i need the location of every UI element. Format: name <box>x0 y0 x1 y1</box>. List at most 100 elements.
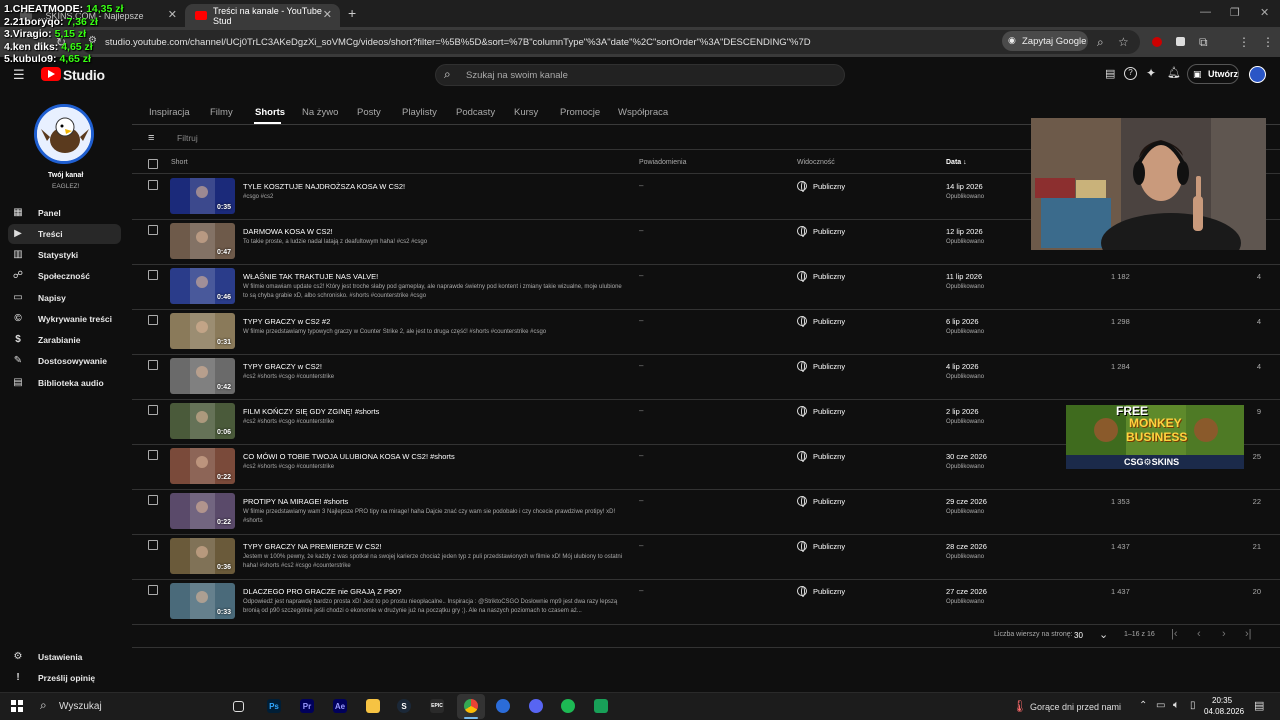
short-thumbnail[interactable]: 0:35 <box>170 178 235 214</box>
short-title[interactable]: TYPY GRACZY w CS2! <box>243 362 322 371</box>
short-thumbnail[interactable]: 0:06 <box>170 403 235 439</box>
row-checkbox[interactable] <box>148 270 158 280</box>
visibility-dropdown[interactable]: Publiczny <box>797 586 845 597</box>
filter-input[interactable]: Filtruj <box>177 133 198 143</box>
help-icon[interactable]: ? <box>1124 67 1137 80</box>
volume-icon[interactable]: 🔈︎ <box>1173 699 1180 712</box>
steam-icon[interactable]: S <box>397 699 411 713</box>
weather-text[interactable]: Gorące dni przed nami <box>1030 702 1121 712</box>
battery-icon[interactable]: ▯ <box>1190 700 1196 711</box>
sidebar-item-feedback[interactable]: ! Prześlij opinię <box>8 668 121 688</box>
app-blue-icon[interactable] <box>496 699 510 713</box>
short-thumbnail[interactable]: 0:33 <box>170 583 235 619</box>
studio-logo-text[interactable]: Studio <box>63 67 105 83</box>
tab-collaboration[interactable]: Współpraca <box>618 107 668 118</box>
search-icon[interactable]: ⌕ <box>444 67 451 82</box>
browser-menu-icon[interactable]: ⋮ <box>1238 35 1250 49</box>
app-green-icon[interactable] <box>594 699 608 713</box>
column-header-date[interactable]: Data ↓ <box>946 159 967 166</box>
tray-chevron-icon[interactable]: ⌃ <box>1139 700 1147 711</box>
extension-white-icon[interactable] <box>1176 37 1185 46</box>
sparkle-icon[interactable]: ✦ <box>1146 66 1156 80</box>
photoshop-icon[interactable]: Ps <box>267 699 281 713</box>
short-thumbnail[interactable]: 0:22 <box>170 448 235 484</box>
row-checkbox[interactable] <box>148 585 158 595</box>
short-thumbnail[interactable]: 0:42 <box>170 358 235 394</box>
sidebar-item-content[interactable]: ▶ Treści <box>8 224 121 244</box>
row-checkbox[interactable] <box>148 360 158 370</box>
clock-date[interactable]: 04.08.2026 <box>1204 707 1244 716</box>
spotify-icon[interactable] <box>561 699 575 713</box>
close-tab-icon[interactable]: ✕ <box>168 8 177 21</box>
visibility-dropdown[interactable]: Publiczny <box>797 271 845 282</box>
sidebar-item-settings[interactable]: ⚙ Ustawienia <box>8 647 121 667</box>
prev-page-icon[interactable]: ‹ <box>1197 628 1201 640</box>
row-checkbox[interactable] <box>148 180 158 190</box>
short-title[interactable]: TYLE KOSZTUJE NAJDROŻSZA KOSA W CS2! <box>243 182 405 191</box>
sidebar-item-monetization[interactable]: $ Zarabianie <box>8 330 121 350</box>
chevron-down-icon[interactable]: ⌄ <box>1099 628 1108 641</box>
bookmark-star-icon[interactable]: ☆ <box>1118 35 1129 49</box>
channel-avatar[interactable] <box>34 104 94 164</box>
extensions-puzzle-icon[interactable]: ⧉ <box>1199 35 1208 50</box>
close-tab-icon[interactable]: ✕ <box>323 8 332 21</box>
sidebar-item-audio-library[interactable]: ▤ Biblioteka audio <box>8 373 121 393</box>
tab-shorts[interactable]: Shorts <box>255 107 285 118</box>
epic-games-icon[interactable]: EPIC <box>430 699 444 713</box>
after-effects-icon[interactable]: Ae <box>333 699 347 713</box>
short-title[interactable]: PROTIPY NA MIRAGE! #shorts <box>243 497 348 506</box>
tab-podcasts[interactable]: Podcasty <box>456 107 495 118</box>
visibility-dropdown[interactable]: Publiczny <box>797 406 845 417</box>
tab-inspiration[interactable]: Inspiracja <box>149 107 190 118</box>
minimize-icon[interactable]: — <box>1200 6 1211 18</box>
short-title[interactable]: WŁAŚNIE TAK TRAKTUJE NAS VALVE! <box>243 272 378 281</box>
select-all-checkbox[interactable] <box>148 159 158 169</box>
visibility-dropdown[interactable]: Publiczny <box>797 181 845 192</box>
taskbar-search-icon[interactable]: ⌕ <box>40 698 47 713</box>
visibility-dropdown[interactable]: Publiczny <box>797 496 845 507</box>
row-checkbox[interactable] <box>148 540 158 550</box>
messages-icon[interactable]: ▤ <box>1105 67 1115 80</box>
row-checkbox[interactable] <box>148 495 158 505</box>
short-thumbnail[interactable]: 0:36 <box>170 538 235 574</box>
sidebar-item-customization[interactable]: ✎ Dostosowywanie <box>8 351 121 371</box>
browser-tab-youtube-studio[interactable]: Treści na kanale - YouTube Stud ✕ <box>185 4 340 27</box>
tab-videos[interactable]: Filmy <box>210 107 233 118</box>
sidebar-item-subtitles[interactable]: ▭ Napisy <box>8 288 121 308</box>
next-page-icon[interactable]: › <box>1222 628 1226 640</box>
network-icon[interactable]: ▭ <box>1156 700 1165 711</box>
new-tab-button[interactable]: + <box>348 5 356 21</box>
file-explorer-icon[interactable] <box>366 699 380 713</box>
ask-google-button[interactable]: ◉ Zapytaj Google <box>1002 31 1088 51</box>
row-checkbox[interactable] <box>148 225 158 235</box>
visibility-dropdown[interactable]: Publiczny <box>797 451 845 462</box>
row-checkbox[interactable] <box>148 450 158 460</box>
visibility-dropdown[interactable]: Publiczny <box>797 226 845 237</box>
rows-per-page-select[interactable]: 30 <box>1074 631 1083 640</box>
tab-promotions[interactable]: Promocje <box>560 107 600 118</box>
sidebar-item-analytics[interactable]: ▥ Statystyki <box>8 245 121 265</box>
visibility-dropdown[interactable]: Publiczny <box>797 361 845 372</box>
short-title[interactable]: CO MÓWI O TOBIE TWOJA ULUBIONA KOSA W CS… <box>243 452 455 461</box>
filter-icon[interactable]: ≡ <box>148 132 154 144</box>
visibility-dropdown[interactable]: Publiczny <box>797 316 845 327</box>
extension-red-icon[interactable] <box>1152 37 1162 47</box>
tab-live[interactable]: Na żywo <box>302 107 338 118</box>
zoom-icon[interactable]: ⌕ <box>1097 35 1104 50</box>
last-page-icon[interactable]: ›| <box>1245 628 1252 640</box>
short-title[interactable]: TYPY GRACZY NA PREMIERZE W CS2! <box>243 542 382 551</box>
tab-courses[interactable]: Kursy <box>514 107 538 118</box>
account-avatar[interactable] <box>1249 66 1266 83</box>
tab-playlists[interactable]: Playlisty <box>402 107 437 118</box>
short-thumbnail[interactable]: 0:22 <box>170 493 235 529</box>
row-checkbox[interactable] <box>148 315 158 325</box>
tab-posts[interactable]: Posty <box>357 107 381 118</box>
sidebar-item-copyright[interactable]: © Wykrywanie treści <box>8 309 121 329</box>
sidebar-item-community[interactable]: ☍ Społeczność <box>8 266 121 286</box>
notification-center-icon[interactable]: ▤ <box>1254 699 1264 712</box>
sidebar-item-panel[interactable]: ▦ Panel <box>8 203 121 223</box>
short-thumbnail[interactable]: 0:47 <box>170 223 235 259</box>
notifications-bell-icon[interactable]: 🔔︎ <box>1167 66 1181 79</box>
discord-icon[interactable] <box>529 699 543 713</box>
taskbar-search-input[interactable]: Wyszukaj <box>59 701 102 712</box>
